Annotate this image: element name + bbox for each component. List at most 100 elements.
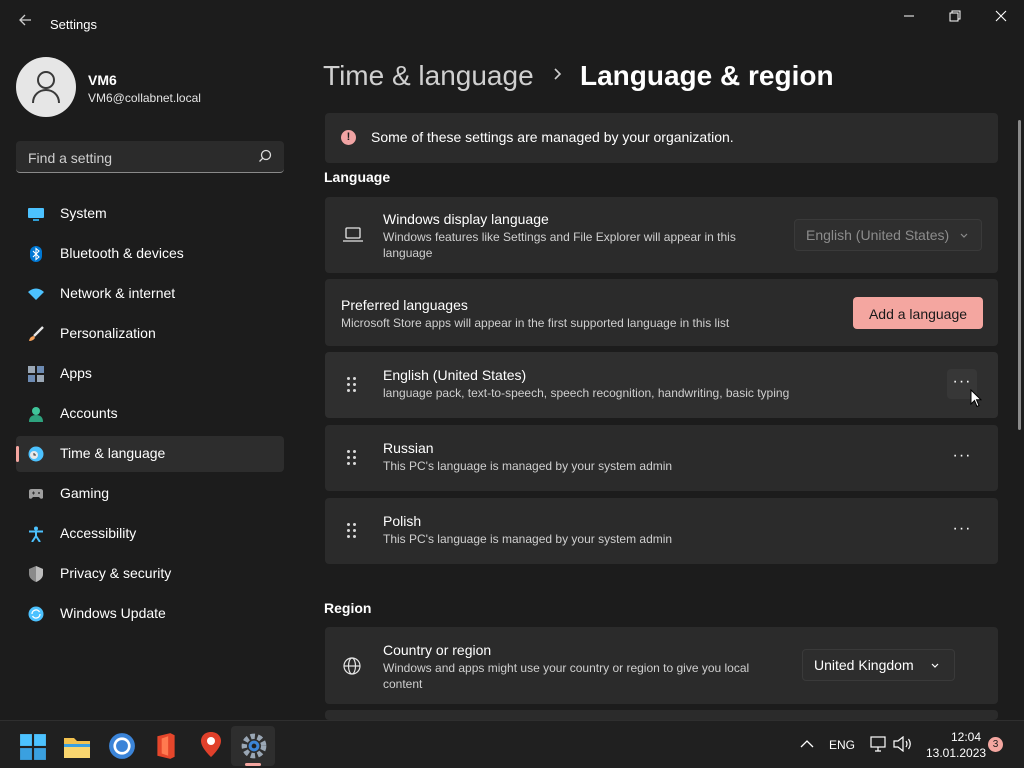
sidebar-item-label: Time & language: [60, 445, 166, 461]
chevron-down-icon: [960, 233, 968, 238]
display-language-subtitle: Windows features like Settings and File …: [383, 230, 736, 244]
user-icon: [32, 71, 60, 104]
chevron-up-icon[interactable]: [800, 739, 814, 749]
window-title: Settings: [50, 17, 97, 32]
language-row-russian[interactable]: Russian This PC's language is managed by…: [325, 425, 998, 491]
country-region-subtitle: Windows and apps might use your country …: [383, 661, 750, 675]
sidebar-item-label: Personalization: [60, 325, 156, 341]
paintbrush-icon: [29, 326, 44, 341]
breadcrumb-separator: [552, 64, 564, 90]
close-icon: [995, 10, 1007, 22]
file-explorer-icon[interactable]: [63, 733, 91, 761]
drag-handle-icon[interactable]: [347, 450, 357, 466]
close-button[interactable]: [978, 6, 1024, 28]
country-region-value: United Kingdom: [814, 657, 914, 673]
sidebar-item-label: Accessibility: [60, 525, 137, 541]
windows-start-icon[interactable]: [19, 733, 47, 761]
active-indicator: [16, 446, 19, 462]
system-icon: [28, 208, 44, 221]
sidebar-item-apps[interactable]: Apps: [16, 356, 284, 392]
language-name: Russian: [383, 440, 434, 456]
mouse-cursor-icon: [970, 389, 982, 408]
scrollbar[interactable]: [1018, 120, 1021, 430]
managed-info-bar: ! Some of these settings are managed by …: [325, 113, 998, 163]
language-row-polish[interactable]: Polish This PC's language is managed by …: [325, 498, 998, 564]
breadcrumb-parent[interactable]: Time & language: [323, 60, 534, 92]
sidebar-item-label: Privacy & security: [60, 565, 172, 581]
add-language-button[interactable]: Add a language: [853, 297, 983, 329]
drag-handle-icon[interactable]: [347, 523, 357, 539]
user-name: VM6: [88, 72, 117, 88]
laptop-icon: [343, 227, 363, 242]
clock-date[interactable]: 13.01.2023: [926, 746, 986, 760]
display-language-value: English (United States): [806, 227, 950, 243]
language-name: Polish: [383, 513, 422, 529]
preferred-languages-subtitle: Microsoft Store apps will appear in the …: [341, 316, 730, 330]
next-card-partial: [325, 710, 998, 720]
update-icon: [28, 606, 44, 622]
avatar[interactable]: [16, 57, 76, 117]
sidebar-item-label: Gaming: [60, 485, 110, 501]
maps-icon[interactable]: [197, 731, 225, 759]
sidebar-item-bluetooth[interactable]: Bluetooth & devices: [16, 236, 284, 272]
language-detail: language pack, text-to-speech, speech re…: [383, 386, 790, 400]
bluetooth-icon: [30, 246, 42, 262]
sidebar-item-system[interactable]: System: [16, 196, 284, 232]
apps-icon: [28, 366, 44, 382]
preferred-languages-title: Preferred languages: [341, 297, 468, 313]
active-app-indicator: [245, 763, 261, 766]
sidebar-item-windows-update[interactable]: Windows Update: [16, 596, 284, 632]
more-options-button[interactable]: ···: [947, 516, 977, 546]
taskbar: ENG 12:04 13.01.2023 3: [0, 720, 1024, 768]
sidebar-item-label: Bluetooth & devices: [60, 245, 184, 261]
office-icon[interactable]: [152, 732, 180, 760]
language-detail: This PC's language is managed by your sy…: [383, 459, 673, 473]
user-email: VM6@collabnet.local: [88, 91, 201, 105]
section-language-label: Language: [324, 169, 391, 185]
shield-icon: [29, 566, 43, 582]
country-region-subtitle-2: content: [383, 677, 423, 691]
sidebar-item-personalization[interactable]: Personalization: [16, 316, 284, 352]
info-icon: !: [341, 130, 356, 145]
gamepad-icon: [29, 489, 43, 499]
page-title: Language & region: [580, 60, 834, 91]
back-arrow-icon: [19, 14, 31, 26]
sidebar-item-accessibility[interactable]: Accessibility: [16, 516, 284, 552]
sidebar-item-accounts[interactable]: Accounts: [16, 396, 284, 432]
search-input[interactable]: [26, 147, 250, 169]
country-region-dropdown[interactable]: United Kingdom: [802, 649, 955, 681]
clock-time[interactable]: 12:04: [951, 730, 981, 744]
search-box[interactable]: [16, 141, 284, 173]
minimize-icon: [904, 15, 914, 17]
display-language-title: Windows display language: [383, 211, 549, 227]
chrome-icon[interactable]: [108, 732, 136, 760]
sidebar-item-label: Network & internet: [60, 285, 176, 301]
sidebar-item-label: Accounts: [60, 405, 118, 421]
network-icon[interactable]: [870, 736, 888, 752]
sidebar-item-time-language[interactable]: Time & language: [16, 436, 284, 472]
more-options-button[interactable]: ···: [947, 443, 977, 473]
volume-icon[interactable]: [893, 736, 913, 752]
sidebar-item-label: Apps: [60, 365, 92, 381]
notification-badge[interactable]: 3: [988, 737, 1003, 752]
restore-icon: [949, 10, 961, 22]
sidebar-item-label: System: [60, 205, 107, 221]
sidebar-item-network[interactable]: Network & internet: [16, 276, 284, 312]
language-row-english[interactable]: English (United States) language pack, t…: [325, 352, 998, 418]
accounts-icon: [29, 407, 43, 422]
display-language-dropdown[interactable]: English (United States): [794, 219, 982, 251]
country-region-title: Country or region: [383, 642, 492, 658]
restore-button[interactable]: [932, 6, 978, 28]
drag-handle-icon[interactable]: [347, 377, 357, 393]
sidebar-item-privacy-security[interactable]: Privacy & security: [16, 556, 284, 592]
back-button[interactable]: [14, 12, 36, 34]
display-language-subtitle-2: language: [383, 246, 433, 260]
section-region-label: Region: [324, 600, 372, 616]
minimize-button[interactable]: [886, 6, 932, 28]
wifi-icon: [28, 288, 44, 300]
chevron-down-icon: [931, 663, 939, 668]
search-icon[interactable]: [258, 149, 272, 163]
settings-icon[interactable]: [240, 732, 268, 760]
input-language-indicator[interactable]: ENG: [829, 738, 855, 752]
sidebar-item-gaming[interactable]: Gaming: [16, 476, 284, 512]
